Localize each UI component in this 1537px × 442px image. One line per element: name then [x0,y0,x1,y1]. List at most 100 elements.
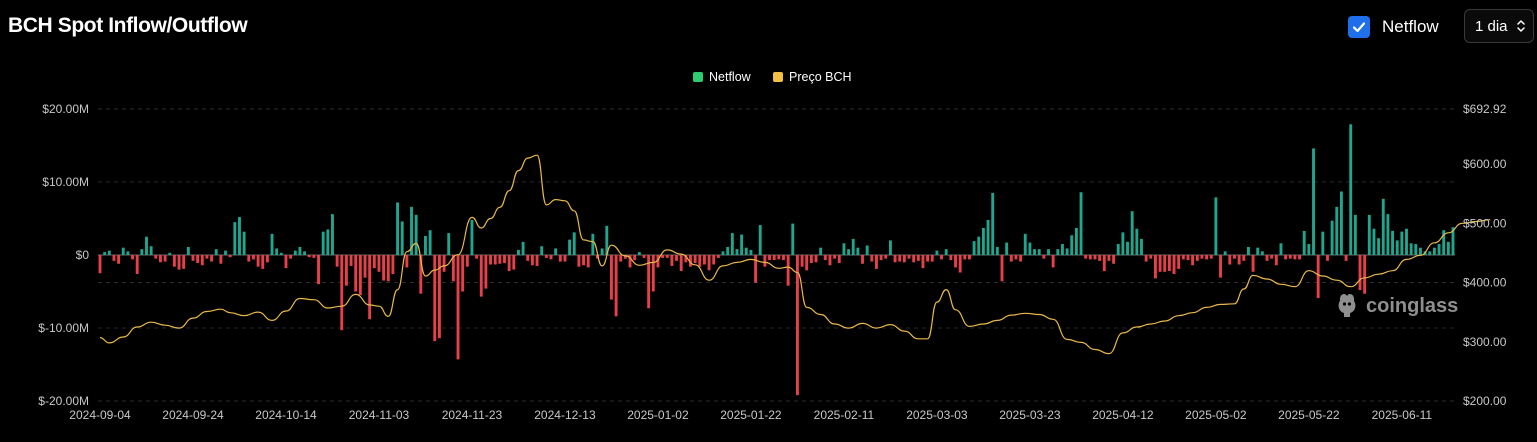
legend-item-price[interactable]: Preço BCH [773,70,852,84]
netflow-bar-negative [833,255,837,259]
netflow-bar-negative [1088,255,1092,260]
netflow-bar-negative [707,255,711,271]
netflow-bar-negative [1228,255,1232,265]
netflow-bar-positive [331,214,334,255]
netflow-bar-negative [619,255,623,262]
netflow-bar-negative [670,255,674,266]
netflow-bar-negative [205,255,209,259]
netflow-bar-positive [1409,243,1413,255]
netflow-bar-positive [977,236,981,255]
netflow-bar-positive [749,249,753,255]
netflow-bar-positive [1367,214,1371,255]
netflow-bar-negative [795,255,799,396]
netflow-bar-negative [954,255,957,268]
legend-item-netflow[interactable]: Netflow [693,70,752,84]
netflow-bar-negative [1019,255,1023,262]
netflow-bar-positive [414,214,418,255]
netflow-bar-negative [772,255,776,261]
netflow-bar-negative [251,255,255,260]
netflow-bar-negative [875,255,878,269]
netflow-bar-negative [219,255,223,264]
netflow-bar-negative [1293,255,1297,260]
netflow-bar-negative [1298,255,1302,260]
netflow-bar-negative [661,255,665,258]
netflow-bar-positive [1126,241,1129,255]
netflow-bar-positive [470,219,474,255]
netflow-bar-negative [172,255,176,267]
netflow-bar-negative [228,255,232,258]
netflow-bar-positive [303,251,307,255]
netflow-bar-negative [154,255,158,259]
netflow-bar-positive [1037,249,1041,255]
netflow-bar-negative [377,255,381,272]
netflow-bar-positive [851,238,855,255]
netflow-bar-negative [1195,255,1199,261]
netflow-bar-positive [1335,206,1339,255]
netflow-bar-negative [698,255,702,267]
netflow-bar-positive [1116,244,1120,255]
netflow-bar-negative [754,255,758,283]
coinglass-watermark: coinglass [1338,293,1458,317]
netflow-bar-negative [1112,255,1116,264]
x-tick-label: 2025-05-02 [1185,408,1247,422]
netflow-bar-positive [1033,249,1036,255]
y-left-tick-label: $-20.00M [38,394,89,408]
netflow-bar-negative [507,255,511,272]
netflow-bar-negative [884,255,888,259]
netflow-bar-positive [424,236,427,255]
netflow-bar-positive [1419,247,1422,255]
netflow-bar-negative [679,255,683,272]
x-tick-label: 2024-11-23 [442,408,503,422]
netflow-bar-positive [326,229,330,255]
netflow-bar-negative [493,255,497,265]
netflow-bar-positive [224,250,227,255]
netflow-bar-positive [591,233,595,255]
netflow-bar-positive [233,222,237,255]
netflow-bar-negative [549,255,553,260]
netflow-bar-negative [563,255,567,262]
y-right-tick-label: $200.00 [1463,394,1507,408]
netflow-bar-negative [1098,255,1102,261]
netflow-bar-negative [456,255,460,360]
netflow-bar-positive [321,231,325,255]
netflow-bar-positive [721,251,725,255]
netflow-bar-negative [1163,255,1167,272]
netflow-bar-negative [949,255,953,261]
chart-legend: Netflow Preço BCH [693,70,852,84]
netflow-bar-negative [926,255,930,262]
netflow-bar-negative [940,255,943,260]
netflow-bar-negative [163,255,167,262]
netflow-bar-negative [256,255,260,267]
netflow-bar-negative [368,255,372,320]
netflow-bar-positive [865,245,869,255]
netflow-bar-negative [1149,255,1153,259]
netflow-bar-positive [1400,231,1404,255]
netflow-bar-negative [1084,255,1088,259]
y-right-tick-label: $300.00 [1463,335,1507,349]
x-tick-label: 2024-12-13 [534,408,596,422]
netflow-bar-positive [1446,241,1450,255]
netflow-bar-positive [1079,192,1083,255]
netflow-bar-positive [1140,238,1143,255]
netflow-bar-negative [693,255,697,264]
netflow-bar-positive [1391,230,1394,255]
legend-swatch-netflow [693,72,703,82]
x-tick-label: 2025-03-23 [999,408,1061,422]
netflow-bar-negative [363,255,367,278]
netflow-bar-negative [307,255,311,258]
netflow-bar-positive [572,232,576,255]
netflow-bar-negative [335,255,339,267]
netflow-bar-negative [372,255,376,269]
netflow-bar-negative [893,255,897,263]
netflow-bar-positive [735,249,739,255]
x-tick-label: 2025-06-11 [1372,408,1433,422]
netflow-bar-positive [1056,249,1060,255]
netflow-bar-negative [349,255,353,266]
netflow-bar-negative [1102,255,1106,272]
netflow-bar-negative [800,255,804,267]
netflow-bar-positive [1260,251,1264,255]
netflow-bar-positive [1353,214,1357,255]
netflow-bar-negative [261,255,265,269]
netflow-bar-negative [716,255,720,258]
netflow-bar-positive [1414,244,1418,255]
